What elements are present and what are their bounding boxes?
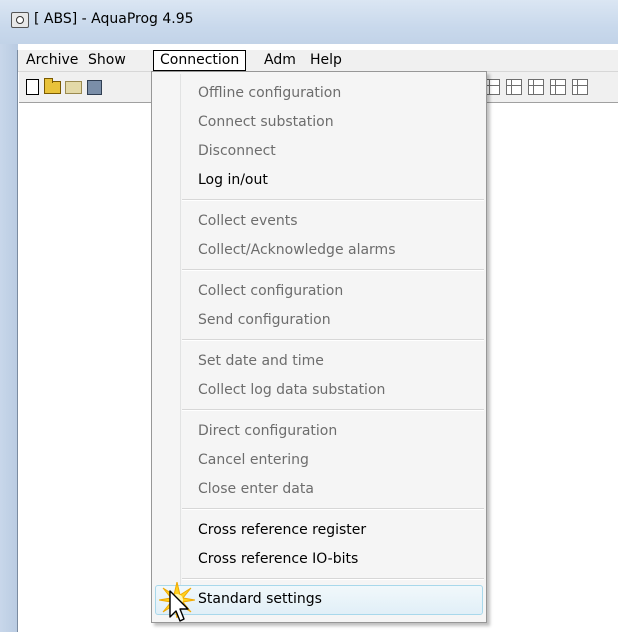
menu-disconnect[interactable]: Disconnect (198, 138, 276, 164)
menu-separator (182, 339, 484, 341)
menu-collect-configuration[interactable]: Collect configuration (198, 278, 343, 304)
menu-help[interactable]: Help (304, 51, 348, 69)
menu-separator (182, 199, 484, 201)
menu-collect-events[interactable]: Collect events (198, 208, 298, 234)
menu-adm[interactable]: Adm (258, 51, 302, 69)
menu-connection[interactable]: Connection (153, 50, 247, 71)
title-bar: [ ABS] - AquaProg 4.95 (0, 0, 618, 44)
menu-cancel-entering[interactable]: Cancel entering (198, 447, 309, 473)
menu-send-configuration[interactable]: Send configuration (198, 307, 331, 333)
open-folder-disabled-icon[interactable] (64, 78, 82, 96)
menu-set-date-and-time[interactable]: Set date and time (198, 348, 324, 374)
menu-collect-acknowledge-alarms[interactable]: Collect/Acknowledge alarms (198, 237, 396, 263)
menu-bar: Archive Show Connection Adm Help (18, 50, 618, 72)
grid-icon[interactable] (505, 78, 523, 96)
menu-cross-reference-io-bits[interactable]: Cross reference IO-bits (198, 546, 358, 572)
menu-separator (182, 578, 484, 580)
eye-window-icon[interactable] (11, 12, 29, 28)
grid-icon[interactable] (527, 78, 545, 96)
menu-separator (182, 269, 484, 271)
connection-menu: Offline configuration Connect substation… (151, 71, 487, 623)
menu-show[interactable]: Show (82, 51, 132, 69)
menu-direct-configuration[interactable]: Direct configuration (198, 418, 337, 444)
grid-icon[interactable] (549, 78, 567, 96)
new-document-icon[interactable] (23, 78, 41, 96)
menu-separator (182, 409, 484, 411)
menu-close-enter-data[interactable]: Close enter data (198, 476, 314, 502)
menu-icon-gutter (180, 74, 181, 620)
menu-cross-reference-register[interactable]: Cross reference register (198, 517, 366, 543)
menu-collect-log-data-substation[interactable]: Collect log data substation (198, 377, 385, 403)
menu-offline-configuration[interactable]: Offline configuration (198, 80, 341, 106)
mouse-pointer-icon (169, 590, 189, 622)
open-folder-icon[interactable] (43, 77, 61, 96)
menu-archive[interactable]: Archive (20, 51, 84, 69)
menu-standard-settings[interactable]: Standard settings (198, 586, 322, 612)
grid-icon[interactable] (571, 78, 589, 96)
window-title: [ ABS] - AquaProg 4.95 (34, 11, 194, 27)
menu-log-in-out[interactable]: Log in/out (198, 167, 268, 193)
menu-separator (182, 508, 484, 510)
menu-connect-substation[interactable]: Connect substation (198, 109, 334, 135)
window-left-frame (0, 44, 18, 632)
save-icon[interactable] (85, 78, 103, 96)
